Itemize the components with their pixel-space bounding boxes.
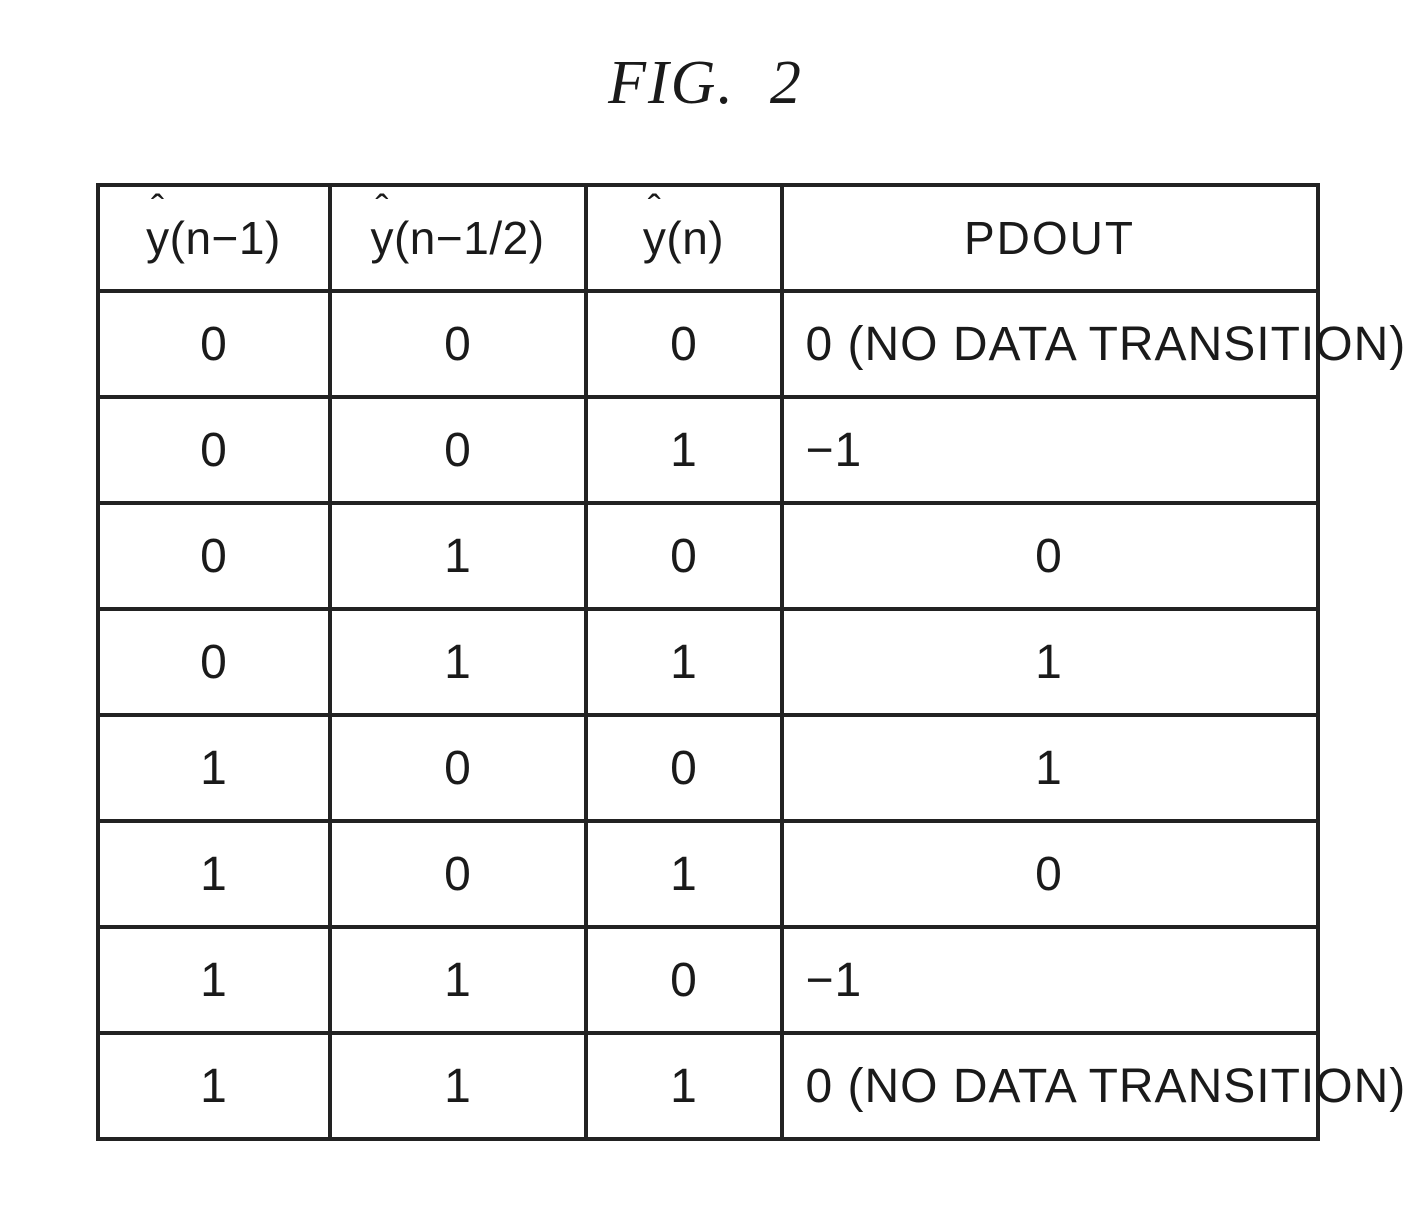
cell-pdout: 0 (NO DATA TRANSITION) [782,291,1318,397]
cell-a: 1 [98,927,330,1033]
cell-b: 1 [330,503,586,609]
cell-pdout: −1 [782,397,1318,503]
cell-b: 0 [330,291,586,397]
cell-a: 1 [98,821,330,927]
table-row: 0 1 0 0 [98,503,1318,609]
header-pdout: PDOUT [782,185,1318,291]
cell-b: 0 [330,715,586,821]
cell-b: 0 [330,397,586,503]
cell-a: 0 [98,291,330,397]
cell-c: 1 [586,397,782,503]
cell-a: 1 [98,715,330,821]
cell-pdout: 0 [782,821,1318,927]
cell-b: 1 [330,609,586,715]
cell-pdout: 0 [782,503,1318,609]
cell-c: 1 [586,1033,782,1139]
cell-c: 0 [586,715,782,821]
cell-b: 0 [330,821,586,927]
cell-c: 0 [586,927,782,1033]
cell-a: 0 [98,503,330,609]
truth-table: ˆy(n−1) ˆy(n−1/2) ˆy(n) PDOUT 0 0 0 0 ( [96,183,1320,1141]
cell-c: 0 [586,291,782,397]
table-row: 1 1 0 −1 [98,927,1318,1033]
header-y-n: ˆy(n) [586,185,782,291]
table-container: ˆy(n−1) ˆy(n−1/2) ˆy(n) PDOUT 0 0 0 0 ( [96,183,1316,1141]
table-row: 0 0 0 0 (NO DATA TRANSITION) [98,291,1318,397]
figure-caption: FIG. 2 [0,48,1411,119]
cell-c: 1 [586,821,782,927]
table-row: 0 1 1 1 [98,609,1318,715]
table-header-row: ˆy(n−1) ˆy(n−1/2) ˆy(n) PDOUT [98,185,1318,291]
cell-b: 1 [330,927,586,1033]
header-y-n-minus-half: ˆy(n−1/2) [330,185,586,291]
table-row: 1 0 1 0 [98,821,1318,927]
figure-caption-number: 2 [770,49,803,117]
table-row: 0 0 1 −1 [98,397,1318,503]
cell-pdout: 1 [782,609,1318,715]
figure-caption-prefix: FIG. [608,49,735,117]
cell-c: 1 [586,609,782,715]
table-body: 0 0 0 0 (NO DATA TRANSITION) 0 0 1 −1 0 … [98,291,1318,1139]
cell-a: 1 [98,1033,330,1139]
cell-c: 0 [586,503,782,609]
cell-pdout: −1 [782,927,1318,1033]
cell-pdout: 0 (NO DATA TRANSITION) [782,1033,1318,1139]
cell-a: 0 [98,397,330,503]
cell-b: 1 [330,1033,586,1139]
cell-a: 0 [98,609,330,715]
header-y-n-minus-1: ˆy(n−1) [98,185,330,291]
table-row: 1 1 1 0 (NO DATA TRANSITION) [98,1033,1318,1139]
cell-pdout: 1 [782,715,1318,821]
page: FIG. 2 ˆy(n−1) ˆy(n−1/2) ˆy(n) P [0,0,1411,1219]
table-row: 1 0 0 1 [98,715,1318,821]
